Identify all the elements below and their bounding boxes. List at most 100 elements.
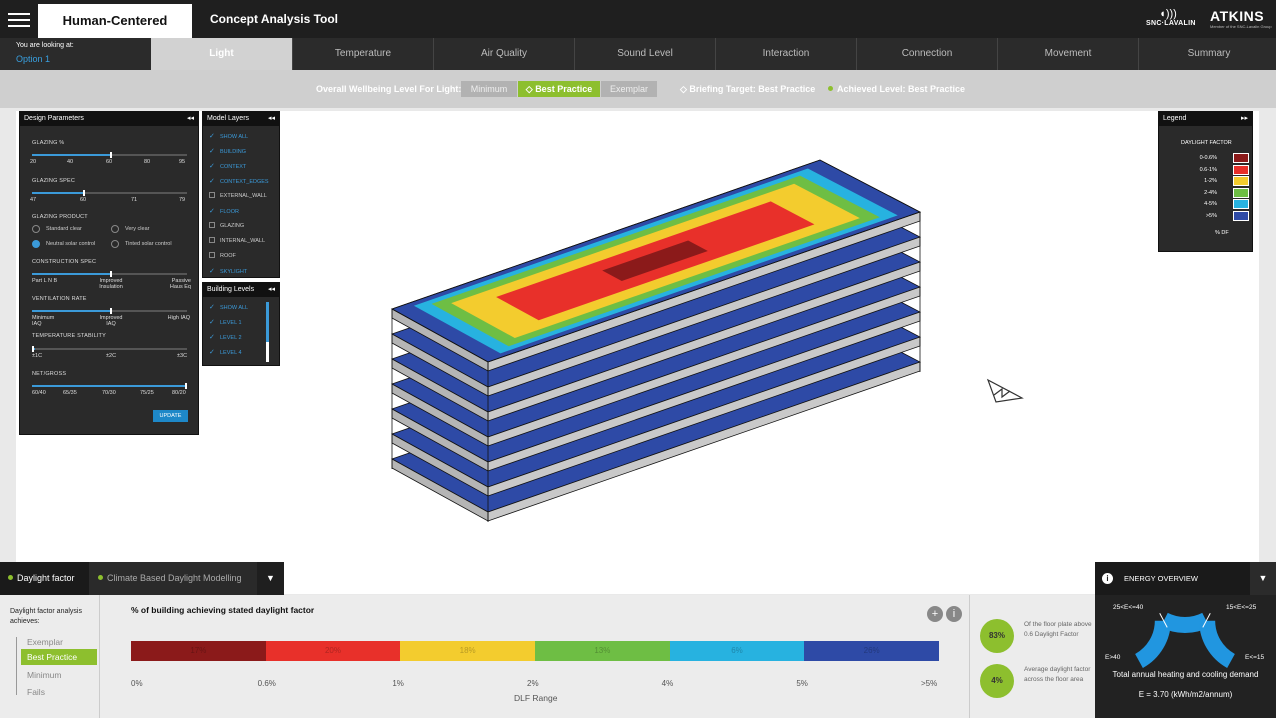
level-toggle-level-1[interactable]: ✓ LEVEL 1 bbox=[209, 318, 242, 327]
ventilation-rate-label: VENTILATION RATE bbox=[32, 296, 87, 302]
layer-label: GLAZING bbox=[220, 223, 245, 229]
hamburger-menu-icon[interactable] bbox=[8, 9, 30, 29]
energy-header: i ENERGY OVERVIEW ▼ bbox=[1095, 562, 1276, 595]
bar-segment: 26% bbox=[804, 641, 939, 661]
level-minimum-button[interactable]: Minimum bbox=[461, 81, 517, 97]
info-icon[interactable]: i bbox=[1102, 573, 1113, 584]
glazing-pct-slider[interactable] bbox=[32, 152, 187, 158]
temperature-stability-label: TEMPERATURE STABILITY bbox=[32, 333, 106, 339]
layer-toggle-external-wall[interactable]: EXTERNAL_WALL bbox=[209, 192, 267, 201]
collapse-icon[interactable]: ◂◂ bbox=[268, 283, 275, 297]
info-icon[interactable]: i bbox=[946, 606, 962, 622]
legend-panel: Legend ▸▸ DAYLIGHT FACTOR % DF 0-0.6% 0.6… bbox=[1158, 111, 1253, 252]
design-parameters-panel: Design Parameters ◂◂ GLAZING % 20 40 60 … bbox=[19, 111, 199, 435]
option-selector[interactable]: Option 1 bbox=[16, 54, 50, 64]
top-bar: Human-Centered Design. Concept Analysis … bbox=[0, 0, 1276, 62]
analysis-panel: Daylight factor analysis achieves: Exemp… bbox=[0, 595, 1095, 718]
layer-toggle-skylight[interactable]: ✓ SKYLIGHT bbox=[209, 267, 247, 276]
construction-spec-slider[interactable] bbox=[32, 271, 187, 277]
energy-dropdown-icon[interactable]: ▼ bbox=[1250, 562, 1276, 595]
model-layers-title: Model Layers bbox=[207, 115, 250, 122]
gauge-label-le-15: E<=15 bbox=[1245, 654, 1265, 661]
checkbox-icon bbox=[209, 237, 215, 243]
tick: ±1C bbox=[32, 353, 43, 359]
legend-row: 0-0.6% bbox=[1181, 153, 1251, 164]
tab-daylight-factor[interactable]: Daylight factor bbox=[0, 562, 89, 595]
tick: Improved IAQ bbox=[99, 315, 123, 327]
legend-label: 4-5% bbox=[1204, 201, 1217, 207]
level-best-practice-button[interactable]: ◇ Best Practice bbox=[518, 81, 600, 97]
north-compass-icon[interactable] bbox=[986, 378, 1026, 406]
tool-title: Concept Analysis Tool bbox=[210, 12, 339, 26]
radio-label: Standard clear bbox=[46, 226, 82, 232]
layer-toggle-internal-wall[interactable]: INTERNAL_WALL bbox=[209, 237, 265, 246]
legend-row: 4-5% bbox=[1181, 199, 1251, 210]
stat-circle-average: 4% bbox=[980, 664, 1014, 698]
tab-temperature[interactable]: Temperature bbox=[292, 38, 433, 70]
tab-interaction[interactable]: Interaction bbox=[715, 38, 856, 70]
x-tick-label: 0.6% bbox=[257, 679, 276, 688]
tick: 95 bbox=[179, 159, 186, 165]
layer-label: CONTEXT_EDGES bbox=[220, 179, 269, 185]
analysis-tab-bar: Daylight factor Climate Based Daylight M… bbox=[0, 562, 284, 595]
tab-dot-icon bbox=[98, 575, 103, 580]
radio-standard-clear[interactable] bbox=[32, 225, 40, 233]
energy-title: ENERGY OVERVIEW bbox=[1124, 574, 1198, 583]
level-exemplar-button[interactable]: Exemplar bbox=[601, 81, 657, 97]
tab-sound-level[interactable]: Sound Level bbox=[574, 38, 715, 70]
level-toggle-show-all[interactable]: ✓ SHOW ALL bbox=[209, 303, 248, 312]
layer-label: INTERNAL_WALL bbox=[220, 238, 266, 244]
net-gross-label: NET/GROSS bbox=[32, 371, 67, 377]
checkbox-icon bbox=[209, 222, 215, 228]
legend-swatch bbox=[1233, 199, 1249, 209]
layer-toggle-building[interactable]: ✓ BUILDING bbox=[209, 147, 246, 156]
tab-cbdm-label: Climate Based Daylight Modelling bbox=[107, 573, 242, 583]
checkbox-icon bbox=[209, 192, 215, 198]
layer-toggle-context[interactable]: ✓ CONTEXT bbox=[209, 162, 246, 171]
levels-scrollbar[interactable] bbox=[266, 302, 269, 362]
radio-very-clear[interactable] bbox=[111, 225, 119, 233]
tick: 47 bbox=[30, 197, 37, 203]
level-toggle-level-4[interactable]: ✓ LEVEL 4 bbox=[209, 348, 242, 357]
add-icon[interactable]: + bbox=[927, 606, 943, 622]
level-toggle-level-2[interactable]: ✓ LEVEL 2 bbox=[209, 333, 242, 342]
temperature-stability-slider[interactable] bbox=[32, 346, 187, 352]
tab-climate-based-daylight[interactable]: Climate Based Daylight Modelling bbox=[89, 562, 255, 595]
radio-tinted-solar-control[interactable] bbox=[111, 240, 119, 248]
glazing-product-label: GLAZING PRODUCT bbox=[32, 214, 88, 220]
layer-toggle-glazing[interactable]: GLAZING bbox=[209, 222, 244, 231]
daylight-distribution-bar: 17% 20% 18% 13% 6% 26% bbox=[131, 641, 939, 661]
layer-toggle-context-edges[interactable]: ✓ CONTEXT_EDGES bbox=[209, 177, 269, 186]
tick: High IAQ bbox=[167, 315, 190, 321]
tab-light[interactable]: Light bbox=[151, 38, 292, 70]
radio-neutral-solar-control[interactable] bbox=[32, 240, 40, 248]
achievement-column: Daylight factor analysis achieves: Exemp… bbox=[0, 595, 100, 718]
collapse-icon[interactable]: ◂◂ bbox=[187, 112, 194, 126]
layer-toggle-roof[interactable]: ROOF bbox=[209, 252, 236, 261]
building-levels-header: Building Levels ◂◂ bbox=[203, 283, 279, 297]
tab-air-quality[interactable]: Air Quality bbox=[433, 38, 574, 70]
collapse-icon[interactable]: ◂◂ bbox=[268, 112, 275, 126]
net-gross-slider[interactable] bbox=[32, 383, 188, 389]
tab-dropdown-icon[interactable]: ▼ bbox=[257, 562, 284, 595]
energy-description: Total annual heating and cooling demand bbox=[1112, 670, 1259, 679]
tick: 40 bbox=[67, 159, 74, 165]
chart-actions: + i bbox=[924, 604, 962, 622]
glazing-spec-slider[interactable] bbox=[32, 190, 187, 196]
tab-connection[interactable]: Connection bbox=[856, 38, 997, 70]
tab-summary[interactable]: Summary bbox=[1138, 38, 1276, 70]
ventilation-rate-slider[interactable] bbox=[32, 308, 187, 314]
achieved-level-text: Achieved Level: Best Practice bbox=[837, 84, 966, 94]
tab-movement[interactable]: Movement bbox=[997, 38, 1138, 70]
bar-segment: 20% bbox=[265, 641, 401, 661]
achieved-dot-icon bbox=[828, 86, 833, 91]
check-icon: ✓ bbox=[209, 208, 215, 215]
tick: 70/30 bbox=[102, 390, 116, 396]
stat-circle-floor-above: 83% bbox=[980, 619, 1014, 653]
level-label: LEVEL 4 bbox=[220, 350, 242, 356]
expand-icon[interactable]: ▸▸ bbox=[1241, 112, 1248, 126]
update-button[interactable]: UPDATE bbox=[153, 410, 188, 422]
bar-segment: 6% bbox=[669, 641, 805, 661]
layer-toggle-show-all[interactable]: ✓ SHOW ALL bbox=[209, 132, 248, 141]
layer-toggle-floor[interactable]: ✓ FLOOR bbox=[209, 207, 239, 216]
